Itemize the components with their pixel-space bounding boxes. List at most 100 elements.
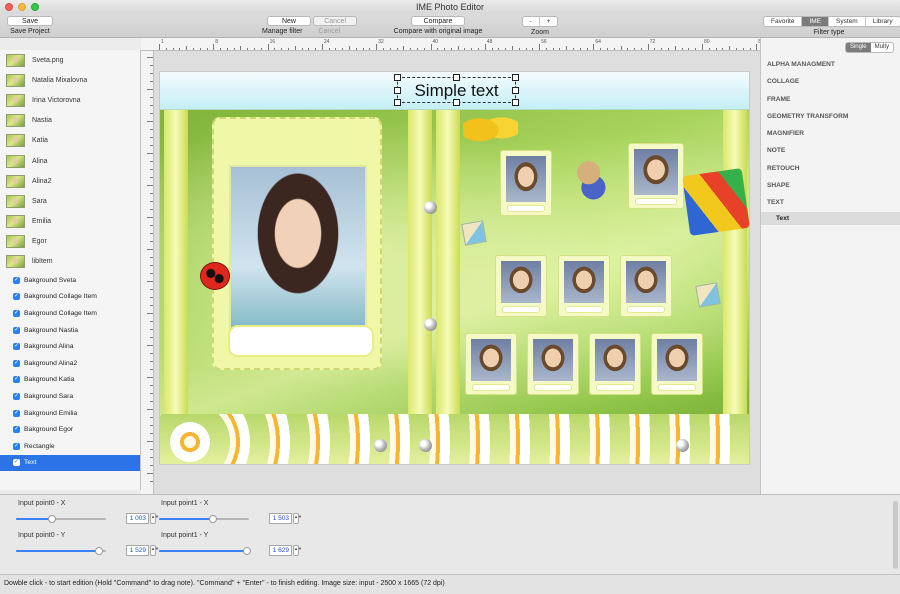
filter-category[interactable]: FRAME xyxy=(761,91,900,108)
layer-item[interactable]: ✓ Bakground Collage Item xyxy=(0,289,140,306)
layer-visibility-checkbox[interactable]: ✓ xyxy=(13,343,20,351)
filter-type-ime[interactable]: IME xyxy=(802,17,830,26)
point0-y-slider[interactable] xyxy=(16,547,106,555)
image-item[interactable]: libItem xyxy=(0,252,140,272)
filter-category[interactable]: TEXT xyxy=(761,194,900,211)
filter-category[interactable]: GEOMETRY TRANSFORM xyxy=(761,108,900,125)
portrait-frame-alina[interactable] xyxy=(620,255,672,317)
new-filter-button[interactable]: New xyxy=(266,16,311,26)
resize-handle-right[interactable] xyxy=(512,87,519,94)
filter-category[interactable]: RETOUCH xyxy=(761,160,900,177)
filter-type-library[interactable]: Library xyxy=(866,17,900,26)
portrait-frame-katia[interactable] xyxy=(558,255,610,317)
point0-x-field[interactable]: 1 003 xyxy=(126,513,149,524)
parameters-scrollbar[interactable] xyxy=(893,501,898,569)
point1-y-label: Input point1 - Y xyxy=(161,532,209,539)
point0-x-slider[interactable] xyxy=(16,515,106,523)
layer-item[interactable]: ✓ Rectangle xyxy=(0,438,140,455)
image-item[interactable]: Sara xyxy=(0,191,140,211)
layer-visibility-checkbox[interactable]: ✓ xyxy=(13,293,20,301)
layer-item[interactable]: ✓ Bakground Alina2 xyxy=(0,355,140,372)
compare-button[interactable]: Compare xyxy=(410,16,466,26)
portrait-frame-natalia[interactable] xyxy=(500,150,552,216)
point1-x-stepper[interactable]: ▲▼ xyxy=(293,513,302,524)
filter-category[interactable]: ALPHA MANAGMENT xyxy=(761,56,900,73)
point0-x-stepper[interactable]: ▲▼ xyxy=(150,513,159,524)
filter-type-favorite[interactable]: Favorite xyxy=(764,17,803,26)
layer-item[interactable]: ✓ Text xyxy=(0,454,140,472)
portrait-frame-emilia[interactable] xyxy=(589,333,641,395)
zoom-out-button[interactable]: - xyxy=(523,17,540,26)
text-selection-box[interactable]: Simple text xyxy=(394,74,519,106)
filter-category[interactable]: NOTE xyxy=(761,142,900,159)
layer-visibility-checkbox[interactable]: ✓ xyxy=(13,426,20,434)
layer-item[interactable]: ✓ Bakground Katia xyxy=(0,372,140,389)
point1-x-slider[interactable] xyxy=(159,515,249,523)
image-item[interactable]: Emilia xyxy=(0,212,140,232)
ruler-tick xyxy=(715,48,717,50)
layer-item[interactable]: ✓ Bakground Collage Item xyxy=(0,305,140,322)
filter-category[interactable]: MAGNIFIER xyxy=(761,125,900,142)
layer-visibility-checkbox[interactable]: ✓ xyxy=(13,459,20,467)
cancel-filter-button[interactable]: Cancel xyxy=(313,16,358,26)
resize-handle-left[interactable] xyxy=(394,87,401,94)
layer-item[interactable]: ✓ Bakground Emilia xyxy=(0,405,140,422)
filter-category[interactable]: COLLAGE xyxy=(761,73,900,90)
point1-y-slider[interactable] xyxy=(159,547,252,555)
layer-visibility-checkbox[interactable]: ✓ xyxy=(13,326,20,334)
layer-item[interactable]: ✓ Bakground Egor xyxy=(0,421,140,438)
portrait-frame-alina2[interactable] xyxy=(465,333,517,395)
portrait-frame-sara[interactable] xyxy=(527,333,579,395)
portrait-frame-nastia[interactable] xyxy=(495,255,547,317)
layer-visibility-checkbox[interactable]: ✓ xyxy=(13,376,20,384)
filter-type-system[interactable]: System xyxy=(829,17,866,26)
layer-item[interactable]: ✓ Bakground Nastia xyxy=(0,322,140,339)
layer-visibility-checkbox[interactable]: ✓ xyxy=(13,359,20,367)
portrait-frame-irina[interactable] xyxy=(628,143,684,209)
save-button[interactable]: Save xyxy=(7,16,53,26)
point0-y-slider-knob[interactable] xyxy=(94,547,103,555)
portrait-frame-egor[interactable] xyxy=(651,333,703,395)
mode-single[interactable]: Single xyxy=(845,43,871,52)
resize-handle-bottom-right[interactable] xyxy=(512,99,519,106)
image-item[interactable]: Katia xyxy=(0,131,140,151)
image-item[interactable]: Natalia Mixalovna xyxy=(0,70,140,90)
resize-handle-top-right[interactable] xyxy=(512,74,519,81)
layer-item[interactable]: ✓ Bakground Alina xyxy=(0,338,140,355)
image-item[interactable]: Alina xyxy=(0,151,140,171)
point0-y-field[interactable]: 1 529 xyxy=(126,545,149,556)
layer-visibility-checkbox[interactable]: ✓ xyxy=(13,393,20,401)
point1-x-slider-knob[interactable] xyxy=(209,515,217,523)
image-item[interactable]: Nastia xyxy=(0,111,140,131)
resize-handle-bottom[interactable] xyxy=(453,99,460,106)
point1-y-slider-knob[interactable] xyxy=(243,547,252,555)
layer-item[interactable]: ✓ Bakground Sara xyxy=(0,388,140,405)
main-portrait-photo[interactable] xyxy=(229,165,367,335)
point1-y-field[interactable]: 1 629 xyxy=(269,545,292,556)
image-item[interactable]: Irina Victorovna xyxy=(0,90,140,110)
point0-x-slider-knob[interactable] xyxy=(48,515,56,523)
filter-category[interactable]: SHAPE xyxy=(761,177,900,194)
layer-visibility-checkbox[interactable]: ✓ xyxy=(13,442,20,450)
image-item[interactable]: Alina2 xyxy=(0,171,140,191)
point1-x-field[interactable]: 1 503 xyxy=(269,513,292,524)
zoom-in-button[interactable]: + xyxy=(540,17,558,26)
image-item[interactable]: Egor xyxy=(0,232,140,252)
layer-visibility-checkbox[interactable]: ✓ xyxy=(13,409,20,417)
point0-y-stepper[interactable]: ▲▼ xyxy=(150,545,159,556)
resize-handle-top[interactable] xyxy=(453,74,460,81)
layer-visibility-checkbox[interactable]: ✓ xyxy=(13,276,20,284)
mode-multy[interactable]: Multy xyxy=(871,43,893,52)
resize-handle-bottom-left[interactable] xyxy=(394,99,401,106)
filter-text-item[interactable]: Text xyxy=(761,211,900,225)
close-window-button[interactable] xyxy=(5,3,13,11)
ruler-tick xyxy=(150,113,153,114)
resize-handle-top-left[interactable] xyxy=(394,74,401,81)
maximize-window-button[interactable] xyxy=(31,3,39,11)
layer-visibility-checkbox[interactable]: ✓ xyxy=(13,310,20,318)
minimize-window-button[interactable] xyxy=(18,3,26,11)
layer-item[interactable]: ✓ Bakground Sveta xyxy=(0,272,140,289)
main-portrait-label[interactable] xyxy=(228,325,374,357)
image-item[interactable]: Sveta.png xyxy=(0,50,140,70)
point1-y-stepper[interactable]: ▲▼ xyxy=(293,545,302,556)
